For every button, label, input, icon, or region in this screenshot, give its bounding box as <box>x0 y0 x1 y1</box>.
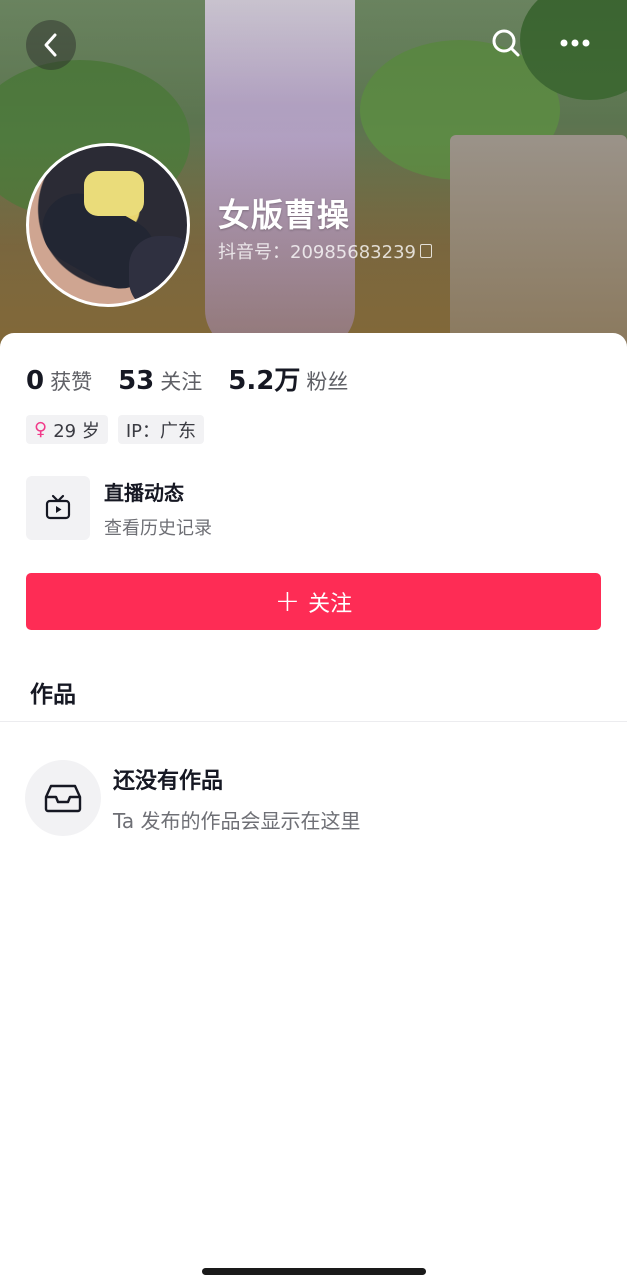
empty-icon-circle <box>25 760 101 836</box>
stat-following[interactable]: 53 关注 <box>118 366 202 396</box>
age-tag: ♀ 29 岁 <box>26 415 108 444</box>
avatar-shape <box>84 171 144 216</box>
stat-label: 粉丝 <box>306 370 349 394</box>
live-title: 直播动态 <box>104 480 184 505</box>
more-button[interactable] <box>550 18 600 68</box>
stat-value: 53 <box>118 366 155 396</box>
follow-button-label: 关注 <box>308 591 353 617</box>
copy-icon[interactable] <box>419 244 432 258</box>
search-icon <box>492 29 520 57</box>
empty-subtitle: Ta 发布的作品会显示在这里 <box>113 808 361 833</box>
profile-name: 女版曹操 <box>218 196 351 234</box>
stat-followers[interactable]: 5.2万 粉丝 <box>228 360 348 397</box>
divider <box>0 721 627 722</box>
ip-tag: IP：广东 <box>117 415 204 444</box>
chevron-left-icon <box>44 33 57 57</box>
follow-button[interactable]: + 关注 <box>26 573 601 630</box>
inbox-icon <box>44 784 82 813</box>
empty-works-state: 还没有作品 Ta 发布的作品会显示在这里 <box>25 760 361 836</box>
search-button[interactable] <box>481 18 531 68</box>
avatar-shape <box>129 236 187 304</box>
douyin-id-text: 抖音号：20985683239 <box>218 242 416 263</box>
female-icon: ♀ <box>34 419 48 440</box>
douyin-id[interactable]: 抖音号：20985683239 <box>218 238 432 264</box>
home-indicator <box>202 1268 426 1275</box>
back-button[interactable] <box>26 20 76 70</box>
stat-value: 0 <box>26 366 45 396</box>
stats-row: 0 获赞 53 关注 5.2万 粉丝 <box>26 360 374 397</box>
stat-value: 5.2万 <box>228 366 301 396</box>
live-subtitle: 查看历史记录 <box>104 517 212 539</box>
stat-label: 关注 <box>160 370 203 394</box>
avatar[interactable] <box>26 143 190 307</box>
stat-likes[interactable]: 0 获赞 <box>26 366 92 396</box>
ip-text: IP：广东 <box>125 420 196 442</box>
plus-icon: + <box>274 583 301 619</box>
age-text: 29 岁 <box>53 420 100 442</box>
live-history-entry[interactable]: 直播动态 查看历史记录 <box>26 476 212 540</box>
profile-tags: ♀ 29 岁 IP：广东 <box>26 415 204 444</box>
tv-icon <box>45 494 71 520</box>
tab-works[interactable]: 作品 <box>30 675 76 709</box>
live-icon-box <box>26 476 90 540</box>
more-icon <box>560 39 590 47</box>
stat-label: 获赞 <box>50 370 93 394</box>
empty-title: 还没有作品 <box>113 768 224 794</box>
